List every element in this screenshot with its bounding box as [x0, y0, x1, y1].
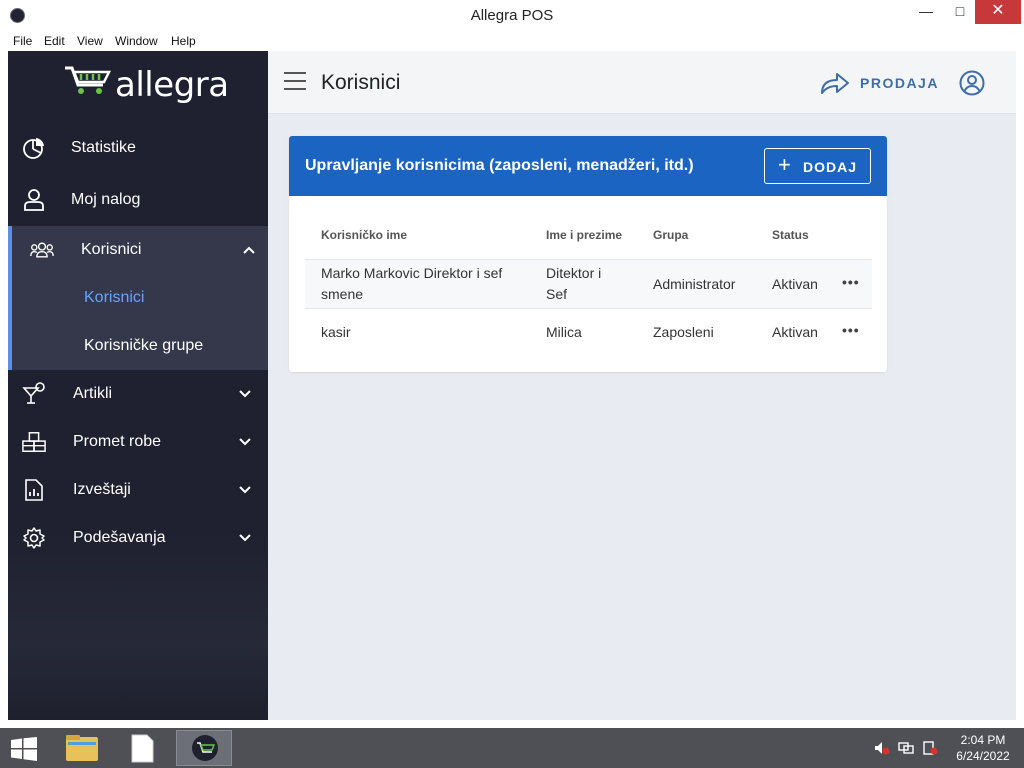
sidebar-item-label: Podešavanja — [73, 529, 166, 546]
sidebar-item-label: Artikli — [73, 385, 113, 402]
allegra-logo[interactable]: allegra — [63, 63, 229, 105]
pie-chart-icon — [23, 138, 44, 159]
document-icon — [131, 734, 154, 763]
plus-icon: + — [778, 152, 791, 177]
chevron-down-icon — [239, 486, 251, 494]
menu-edit[interactable]: Edit — [44, 34, 65, 48]
cell-status: Aktivan — [772, 276, 818, 292]
app-frame: allegra Statistike Moj nalog Korisnici K… — [8, 51, 1016, 720]
sidebar-item-label: Promet robe — [73, 433, 162, 450]
page-header: Korisnici PRODAJA — [268, 51, 1016, 114]
sidebar-item-label: Korisnici — [81, 241, 142, 258]
cell-full-name: Ditektor i Sef — [546, 263, 601, 305]
cell-status: Aktivan — [772, 324, 818, 340]
card-title: Upravljanje korisnicima (zaposleni, mena… — [305, 157, 694, 174]
action-center-icon[interactable] — [922, 740, 938, 756]
sidebar-item-label: Izveštaji — [73, 481, 131, 498]
boxes-icon — [22, 432, 46, 452]
column-header-status[interactable]: Status — [772, 228, 809, 242]
chevron-up-icon — [243, 246, 255, 254]
sidebar-item-podesavanja[interactable]: Podešavanja — [8, 514, 268, 562]
volume-muted-icon[interactable] — [874, 740, 890, 756]
cell-group: Administrator — [653, 276, 736, 292]
cell-name-line: Ditektor i — [546, 265, 602, 281]
more-actions-icon[interactable]: ••• — [842, 322, 860, 338]
cell-username-line: smene — [321, 286, 364, 302]
column-header-name[interactable]: Ime i prezime — [546, 228, 622, 242]
folder-icon — [66, 735, 98, 761]
card-header: Upravljanje korisnicima (zaposleni, mena… — [289, 136, 887, 196]
cell-username: Marko Markovic Direktor i sef smene — [321, 263, 502, 305]
sidebar-item-artikli[interactable]: Artikli — [8, 370, 268, 418]
sidebar-item-label: Statistike — [71, 139, 136, 156]
cell-username-line: Marko Markovic Direktor i sef — [321, 265, 503, 281]
sidebar-item-label: Moj nalog — [71, 191, 141, 208]
report-icon — [25, 479, 43, 501]
account-circle-icon[interactable] — [959, 70, 985, 96]
cocktail-icon — [22, 382, 45, 404]
sidebar: allegra Statistike Moj nalog Korisnici K… — [8, 51, 268, 720]
windows-start-icon[interactable] — [10, 737, 38, 761]
sidebar-item-korisnici[interactable]: Korisnici — [8, 226, 268, 274]
hamburger-menu-icon[interactable] — [284, 72, 306, 92]
column-header-username[interactable]: Korisničko ime — [321, 228, 407, 242]
clock-time: 2:04 PM — [960, 733, 1006, 747]
cell-username: kasir — [321, 324, 351, 340]
window-titlebar: Allegra POS — □ ✕ — [0, 0, 1024, 31]
users-icon — [30, 242, 54, 258]
submenu-item-korisnici[interactable]: Korisnici — [84, 289, 144, 307]
menu-bar: File Edit View Window Help — [8, 31, 1016, 51]
cell-full-name: Milica — [546, 324, 582, 340]
sidebar-item-moj-nalog[interactable]: Moj nalog — [8, 176, 268, 224]
taskbar-clock[interactable]: 2:04 PM 6/24/2022 — [948, 732, 1018, 764]
cell-name-line: Sef — [546, 286, 568, 302]
table-row[interactable]: kasir Milica Zaposleni Aktivan ••• — [305, 308, 872, 356]
cart-logo-icon — [65, 66, 112, 94]
menu-window[interactable]: Window — [115, 34, 158, 48]
sidebar-item-izvestaji[interactable]: Izveštaji — [8, 466, 268, 514]
allegra-app-icon — [192, 735, 218, 761]
prodaja-button[interactable]: PRODAJA — [820, 69, 940, 97]
network-icon[interactable] — [898, 740, 914, 756]
chevron-down-icon — [239, 438, 251, 446]
logo-wordmark: allegra — [115, 65, 229, 105]
column-header-group[interactable]: Grupa — [653, 228, 688, 242]
share-arrow-icon — [821, 73, 849, 94]
menu-view[interactable]: View — [77, 34, 103, 48]
sidebar-item-promet-robe[interactable]: Promet robe — [8, 418, 268, 466]
korisnici-submenu: Korisnici Korisničke grupe — [8, 274, 268, 370]
prodaja-label: PRODAJA — [860, 75, 939, 91]
taskbar-file-explorer[interactable] — [54, 730, 110, 766]
taskbar-document[interactable] — [114, 730, 170, 766]
cell-group: Zaposleni — [653, 324, 714, 340]
submenu-item-korisnicke-grupe[interactable]: Korisničke grupe — [84, 337, 203, 355]
taskbar-allegra-pos[interactable] — [176, 730, 232, 766]
menu-file[interactable]: File — [13, 34, 32, 48]
clock-date: 6/24/2022 — [956, 749, 1010, 763]
taskbar: 2:04 PM 6/24/2022 — [0, 728, 1024, 768]
sidebar-item-statistike[interactable]: Statistike — [8, 124, 268, 172]
users-card: Upravljanje korisnicima (zaposleni, mena… — [289, 136, 887, 372]
more-actions-icon[interactable]: ••• — [842, 274, 860, 290]
close-button[interactable]: ✕ — [975, 0, 1021, 24]
gear-icon — [23, 527, 45, 549]
menu-help[interactable]: Help — [171, 34, 196, 48]
chevron-down-icon — [239, 390, 251, 398]
add-user-button[interactable]: + DODAJ — [764, 148, 871, 184]
user-icon — [24, 189, 44, 211]
table-row[interactable]: Marko Markovic Direktor i sef smene Dite… — [305, 259, 872, 308]
maximize-button[interactable]: □ — [940, 0, 980, 24]
page-title: Korisnici — [321, 71, 401, 94]
chevron-down-icon — [239, 534, 251, 542]
add-label: DODAJ — [803, 159, 858, 175]
window-title: Allegra POS — [470, 7, 554, 24]
